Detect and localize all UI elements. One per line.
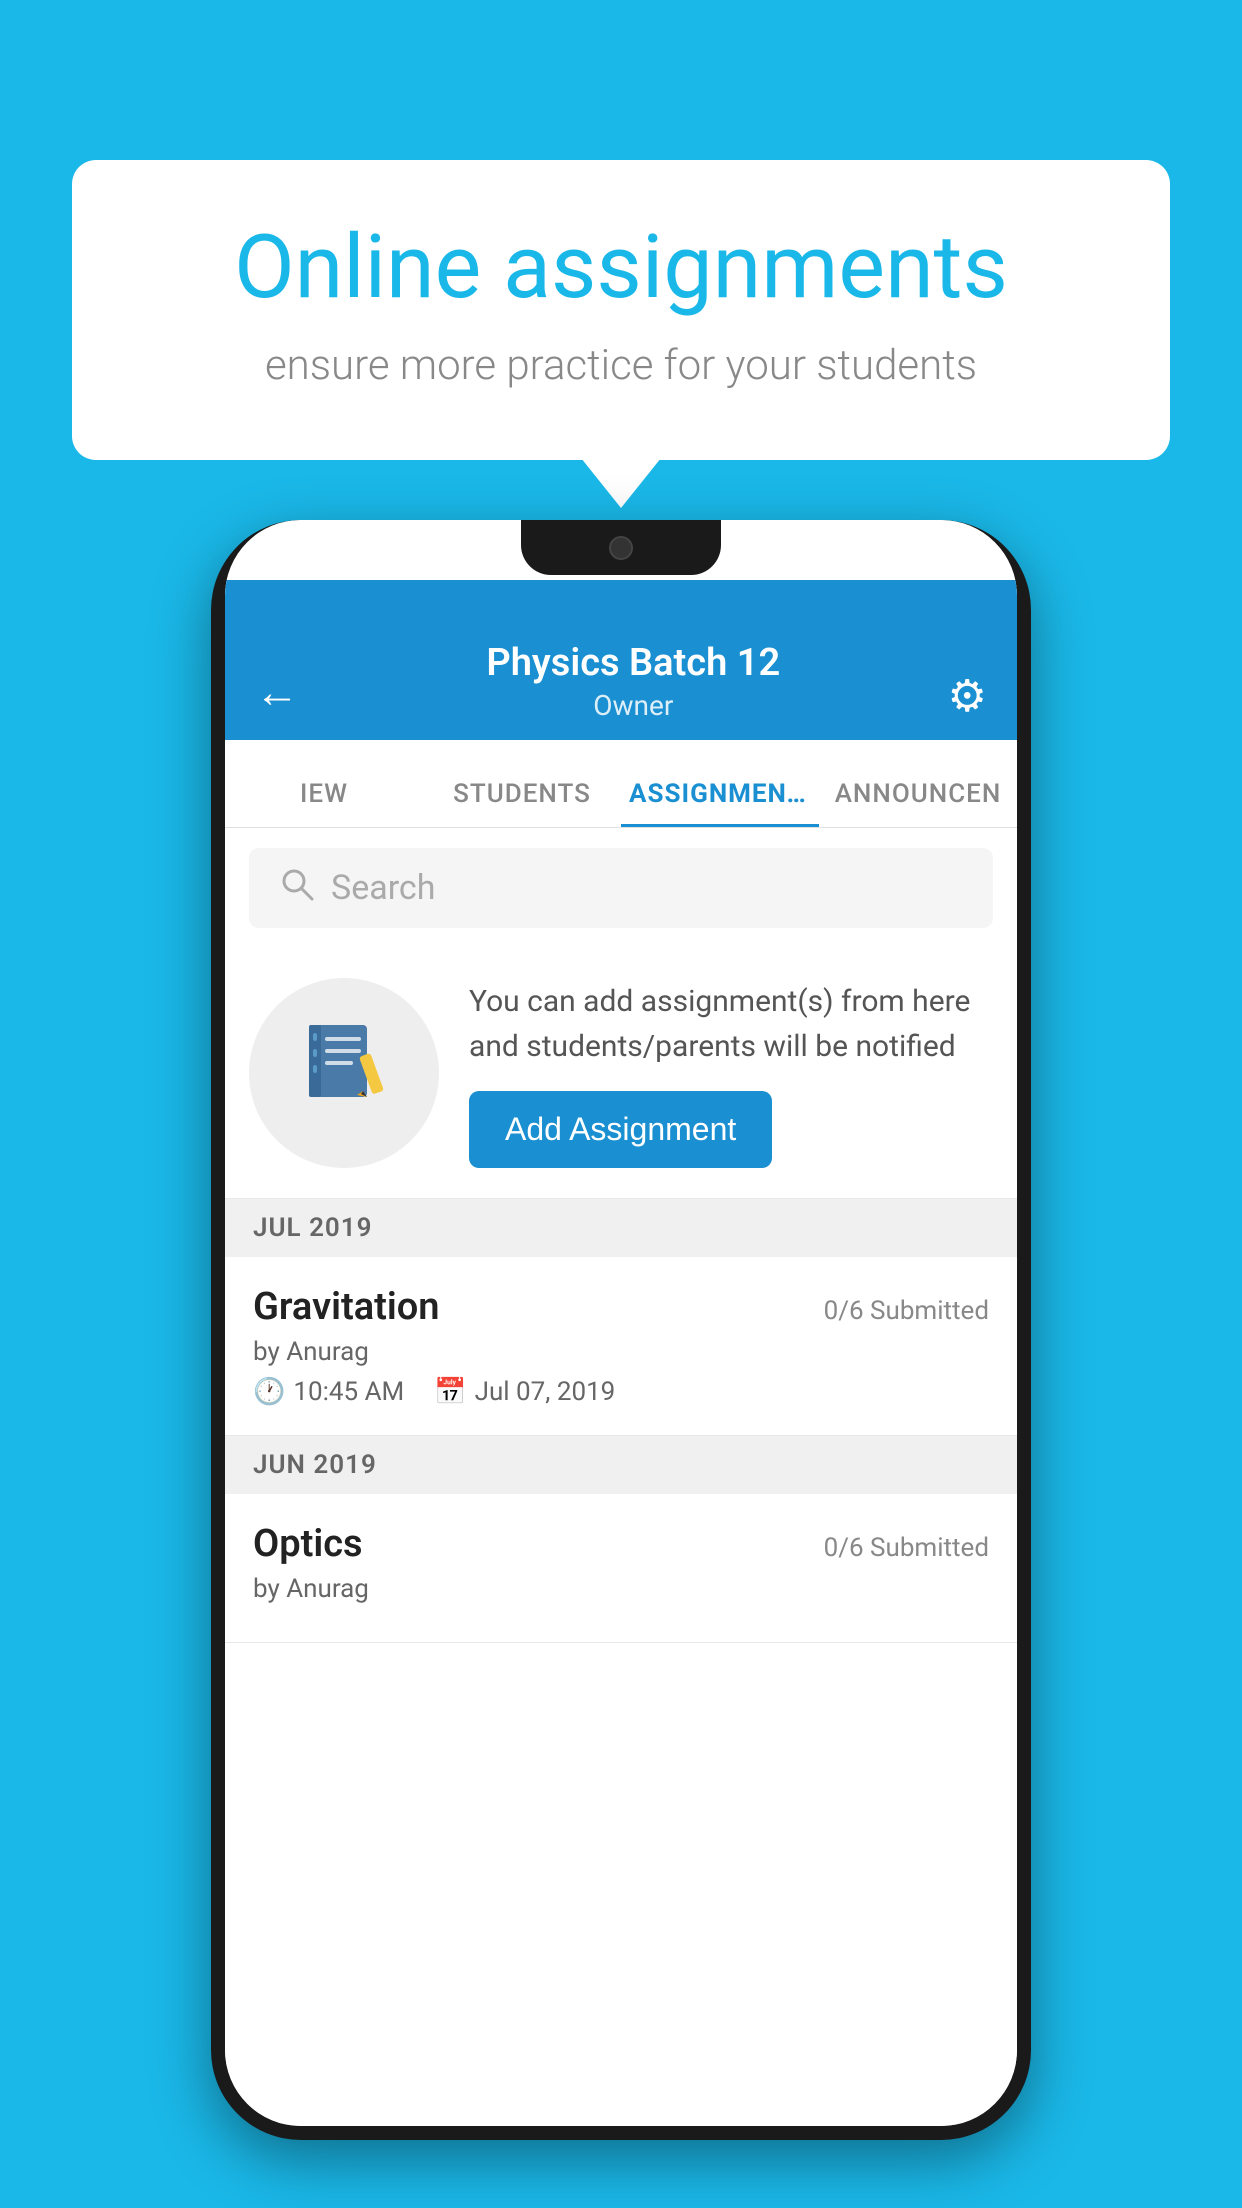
speech-bubble: Online assignments ensure more practice …	[72, 160, 1170, 460]
phone-notch	[521, 520, 721, 575]
wifi-icon: ▾	[900, 540, 914, 573]
signal-icon: ▲	[924, 540, 952, 573]
app-header: ← Physics Batch 12 Owner ⚙	[225, 580, 1017, 740]
phone-mockup: 14:29 ▾ ▲ ▮ ← Physics Batch 12 Owner	[211, 520, 1031, 2140]
promo-content: You can add assignment(s) from here and …	[469, 979, 993, 1168]
add-assignment-button[interactable]: Add Assignment	[469, 1091, 772, 1168]
date-value-gravitation: Jul 07, 2019	[475, 1377, 616, 1407]
tab-announcements[interactable]: ANNOUNCEN	[819, 779, 1017, 827]
search-bar-wrap: Search	[225, 828, 1017, 948]
settings-icon[interactable]: ⚙	[948, 670, 987, 722]
bubble-title: Online assignments	[142, 220, 1100, 317]
time-value-gravitation: 10:45 AM	[293, 1377, 404, 1407]
section-header-jul: JUL 2019	[225, 1199, 1017, 1257]
promo-text: You can add assignment(s) from here and …	[469, 979, 993, 1069]
notebook-icon	[299, 1017, 389, 1129]
assignment-submitted-optics: 0/6 Submitted	[824, 1533, 989, 1563]
meta-date-gravitation: 📅 Jul 07, 2019	[434, 1377, 615, 1407]
clock-icon: 🕐	[253, 1377, 285, 1407]
back-button[interactable]: ←	[255, 666, 299, 722]
assignment-item-gravitation[interactable]: Gravitation 0/6 Submitted by Anurag 🕐 10…	[225, 1257, 1017, 1436]
search-bar[interactable]: Search	[249, 848, 993, 928]
bubble-subtitle: ensure more practice for your students	[142, 341, 1100, 390]
tab-assignments[interactable]: ASSIGNMENTS	[621, 779, 819, 827]
tabs-bar: IEW STUDENTS ASSIGNMENTS ANNOUNCEN	[225, 740, 1017, 828]
search-placeholder: Search	[331, 868, 435, 908]
speech-bubble-container: Online assignments ensure more practice …	[72, 160, 1170, 460]
header-title-block: Physics Batch 12 Owner	[319, 641, 948, 722]
assignment-row1-optics: Optics 0/6 Submitted	[253, 1522, 989, 1566]
status-time: 14:29	[255, 540, 337, 573]
assignment-name-optics: Optics	[253, 1522, 363, 1566]
assignment-by-gravitation: by Anurag	[253, 1337, 989, 1367]
assignment-meta-gravitation: 🕐 10:45 AM 📅 Jul 07, 2019	[253, 1377, 989, 1407]
screen-inner: 14:29 ▾ ▲ ▮ ← Physics Batch 12 Owner	[225, 520, 1017, 1643]
meta-time-gravitation: 🕐 10:45 AM	[253, 1377, 404, 1407]
battery-icon: ▮	[962, 540, 977, 573]
assignment-submitted-gravitation: 0/6 Submitted	[824, 1296, 989, 1326]
phone-body: 14:29 ▾ ▲ ▮ ← Physics Batch 12 Owner	[211, 520, 1031, 2140]
front-camera	[609, 536, 633, 560]
search-icon	[279, 866, 315, 911]
promo-icon-circle	[249, 978, 439, 1168]
header-title: Physics Batch 12	[319, 641, 948, 685]
phone-screen: 14:29 ▾ ▲ ▮ ← Physics Batch 12 Owner	[225, 520, 1017, 2126]
assignment-by-optics: by Anurag	[253, 1574, 989, 1604]
header-subtitle: Owner	[319, 689, 948, 722]
section-header-jun: JUN 2019	[225, 1436, 1017, 1494]
assignment-item-optics[interactable]: Optics 0/6 Submitted by Anurag	[225, 1494, 1017, 1643]
assignment-row1: Gravitation 0/6 Submitted	[253, 1285, 989, 1329]
status-icons: ▾ ▲ ▮	[900, 540, 987, 573]
tab-students[interactable]: STUDENTS	[423, 779, 621, 827]
calendar-icon: 📅	[434, 1377, 466, 1407]
screen-content: 14:29 ▾ ▲ ▮ ← Physics Batch 12 Owner	[225, 520, 1017, 2126]
assignment-name-gravitation: Gravitation	[253, 1285, 440, 1329]
tab-iew[interactable]: IEW	[225, 779, 423, 827]
add-assignment-promo: You can add assignment(s) from here and …	[225, 948, 1017, 1199]
